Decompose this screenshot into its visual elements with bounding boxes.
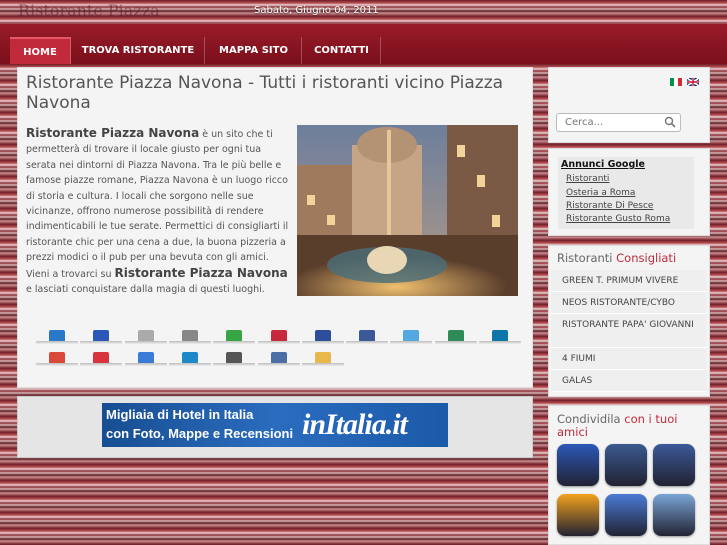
- recommended-item[interactable]: NEOS RISTORANTE/CYBO: [551, 292, 707, 314]
- main-content: Ristorante Piazza Navona - Tutti i risto…: [17, 67, 533, 388]
- nav-contatti[interactable]: CONTATTI: [303, 37, 381, 64]
- search-box: [556, 113, 681, 132]
- share-bookmark[interactable]: [168, 350, 211, 368]
- icon-shelf: [124, 341, 167, 344]
- ad-link-pesce[interactable]: Ristorante Di Pesce: [566, 201, 653, 211]
- share-bookmark[interactable]: [36, 350, 78, 368]
- banner-brand: inItalia.it: [302, 408, 408, 442]
- facebook-share-icon[interactable]: [653, 444, 695, 486]
- share-bookmark[interactable]: [479, 328, 521, 346]
- site-logo[interactable]: Ristorante Piazza: [18, 1, 160, 20]
- search-input[interactable]: [557, 114, 657, 131]
- delicious-share-icon[interactable]: [557, 444, 599, 486]
- fark-share-icon[interactable]: [557, 494, 599, 536]
- ad-banner-container: Migliaia di Hotel in Italia con Foto, Ma…: [17, 396, 533, 458]
- share-bookmark[interactable]: [301, 350, 344, 368]
- share-bookmark[interactable]: [434, 328, 477, 346]
- sidebar-share-panel: Condividila con i tuoi amici: [548, 405, 710, 545]
- share-bookmark[interactable]: [390, 328, 433, 346]
- share-bookmark[interactable]: [346, 328, 389, 346]
- share-title-plain: Condividila: [557, 412, 625, 426]
- recommended-item[interactable]: 4 FIUMI: [551, 348, 707, 370]
- recommended-item[interactable]: GALAS: [551, 370, 707, 392]
- icon-shelf: [168, 363, 211, 366]
- banner-line-1: Migliaia di Hotel in Italia: [106, 407, 254, 422]
- share-row-1: [36, 328, 526, 348]
- icon-shelf: [213, 363, 256, 366]
- banner-line-2: con Foto, Mappe e Recensioni: [106, 426, 294, 441]
- banner-brand-prefix: in: [302, 408, 326, 441]
- share-bookmark[interactable]: [257, 328, 300, 346]
- ad-link-ristoranti[interactable]: Ristoranti: [566, 174, 609, 184]
- share-bookmark[interactable]: [80, 328, 123, 346]
- english-flag-icon[interactable]: [687, 78, 700, 86]
- icon-shelf: [346, 341, 389, 344]
- google-ads: Annunci Google Ristoranti Osteria a Roma…: [558, 157, 694, 229]
- icon-shelf: [36, 363, 78, 366]
- icon-shelf: [36, 341, 78, 344]
- share-bookmark[interactable]: [36, 328, 78, 346]
- icon-shelf: [301, 363, 344, 366]
- ad-link-gusto[interactable]: Ristorante Gusto Roma: [566, 214, 670, 224]
- banner-brand-name: Italia.it: [325, 408, 408, 441]
- google-share-icon[interactable]: [605, 494, 647, 536]
- share-title: Condividila con i tuoi amici: [557, 413, 709, 439]
- search-icon[interactable]: [664, 116, 676, 128]
- icon-shelf: [390, 341, 433, 344]
- current-date: Sabato, Giugno 04, 2011: [254, 5, 379, 16]
- icon-shelf: [124, 363, 167, 366]
- share-bookmark[interactable]: [301, 328, 344, 346]
- icon-shelf: [257, 341, 300, 344]
- page-title: Ristorante Piazza Navona - Tutti i risto…: [26, 73, 504, 113]
- icon-shelf: [168, 341, 211, 344]
- icon-shelf: [479, 341, 521, 344]
- language-flags: [668, 78, 700, 89]
- sidebar-recommended-panel: Ristoranti Consigliati GREEN T. PRIMUM V…: [548, 245, 710, 397]
- outro-post: e lasciati conquistare dalla magia di qu…: [26, 284, 265, 296]
- share-bookmark[interactable]: [168, 328, 211, 346]
- outro-pre: Vieni a trovarci su: [26, 268, 115, 280]
- recommended-item[interactable]: RISTORANTE PAPA' GIOVANNI: [551, 314, 707, 348]
- recommended-title-accent: Consigliati: [616, 251, 677, 265]
- italian-flag-icon[interactable]: [670, 78, 682, 86]
- ads-title: Annunci Google: [561, 159, 645, 170]
- icon-shelf: [80, 341, 123, 344]
- intro-body: è un sito che ti permetterà di trovare i…: [26, 129, 289, 264]
- icon-shelf: [80, 363, 123, 366]
- outro-site-name: Ristorante Piazza Navona: [114, 265, 288, 280]
- share-bookmark[interactable]: [257, 350, 300, 368]
- main-nav: HOME TROVA RISTORANTE MAPPA SITO CONTATT…: [0, 24, 727, 64]
- share-bookmark[interactable]: [80, 350, 123, 368]
- initalia-banner[interactable]: Migliaia di Hotel in Italia con Foto, Ma…: [102, 403, 448, 447]
- recommended-item[interactable]: GREEN T. PRIMUM VIVERE: [551, 270, 707, 292]
- share-bookmark[interactable]: [213, 350, 256, 368]
- icon-shelf: [301, 341, 344, 344]
- share-bookmark[interactable]: [213, 328, 256, 346]
- ad-link-osteria[interactable]: Osteria a Roma: [566, 188, 635, 198]
- icon-shelf: [257, 363, 300, 366]
- nav-trova-ristorante[interactable]: TROVA RISTORANTE: [72, 37, 205, 64]
- nav-home[interactable]: HOME: [10, 37, 71, 64]
- nav-mappa-sito[interactable]: MAPPA SITO: [206, 37, 302, 64]
- top-bar: Ristorante Piazza Sabato, Giugno 04, 201…: [0, 0, 727, 24]
- share-row-2: [36, 350, 526, 370]
- myspace-share-icon[interactable]: [605, 444, 647, 486]
- share-bookmark[interactable]: [124, 328, 167, 346]
- share-bookmark[interactable]: [124, 350, 167, 368]
- recommended-title-plain: Ristoranti: [557, 251, 617, 265]
- piazza-navona-photo: [297, 125, 518, 296]
- recommended-title: Ristoranti Consigliati: [557, 252, 676, 265]
- icon-shelf: [213, 341, 256, 344]
- intro-site-name: Ristorante Piazza Navona: [26, 126, 200, 140]
- reddit-share-icon[interactable]: [653, 494, 695, 536]
- icon-shelf: [434, 341, 477, 344]
- intro-text: Ristorante Piazza Navona è un sito che t…: [26, 126, 292, 297]
